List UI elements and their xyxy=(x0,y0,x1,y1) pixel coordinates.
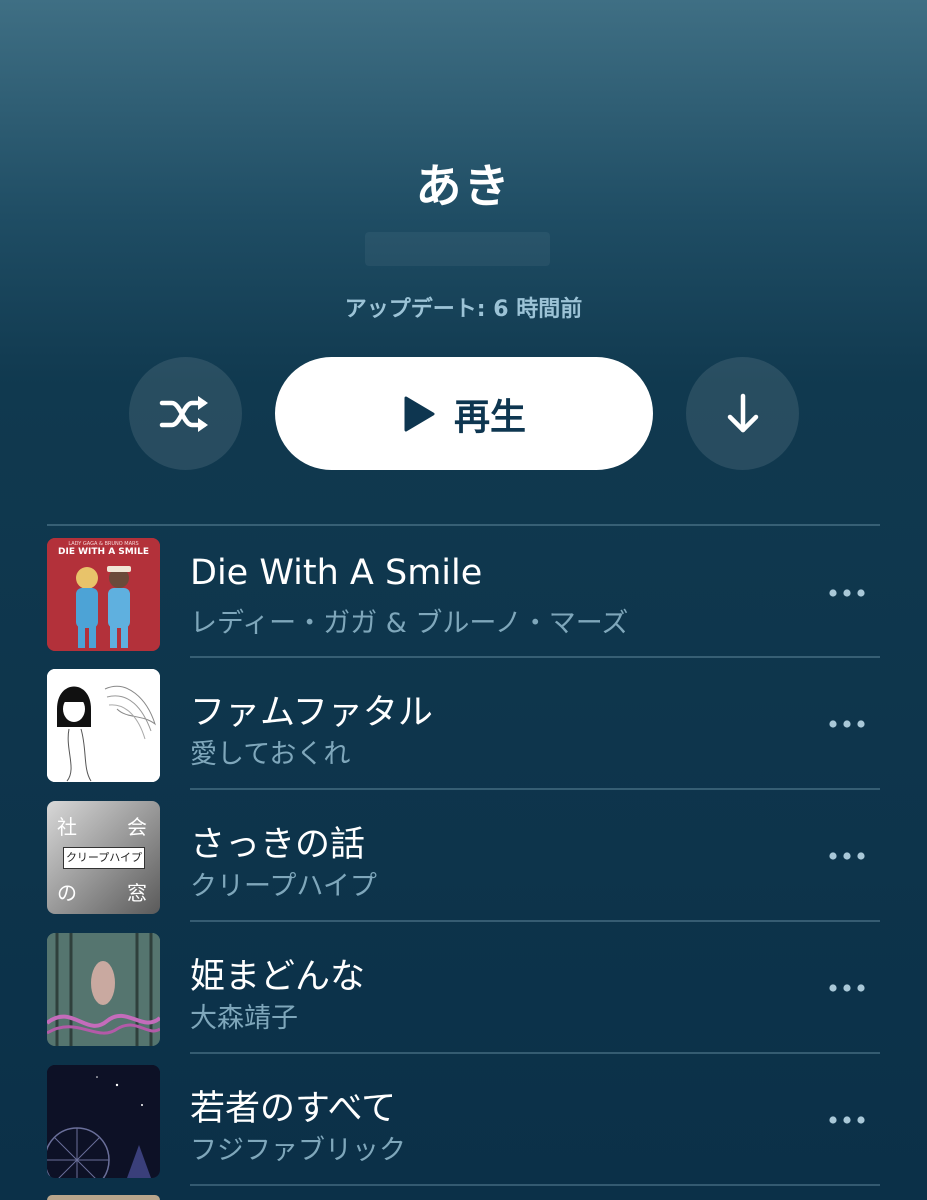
album-art-forest xyxy=(47,933,160,1046)
album-art-partial xyxy=(47,1195,160,1200)
more-options-button[interactable] xyxy=(822,973,872,1003)
ellipsis-icon xyxy=(829,589,865,597)
track-row[interactable]: 姫まどんな 大森靖子 xyxy=(0,921,927,1053)
album-art xyxy=(47,933,160,1046)
track-artist: クリープハイプ xyxy=(190,871,377,902)
track-artist: フジファブリック xyxy=(190,1135,406,1166)
ellipsis-icon xyxy=(829,852,865,860)
track-title: 若者のすべて xyxy=(190,1089,397,1129)
ellipsis-icon xyxy=(829,720,865,728)
track-title: Die With A Smile xyxy=(190,553,483,593)
play-icon xyxy=(404,396,435,431)
album-art-char: の xyxy=(57,881,77,905)
ellipsis-icon xyxy=(829,984,865,992)
track-title: さっきの話 xyxy=(190,825,366,865)
track-title: ファムファタル xyxy=(190,693,433,733)
play-button[interactable]: 再生 xyxy=(275,357,653,470)
playlist-title: あき xyxy=(415,159,512,213)
album-art-text: DIE WITH A SMILE xyxy=(58,547,149,557)
album-art-char: 会 xyxy=(127,815,147,839)
updated-label: アップデート: 6 時間前 xyxy=(344,297,583,322)
track-title: 姫まどんな xyxy=(190,957,366,997)
track-row[interactable]: ファムファタル 愛しておくれ xyxy=(0,657,927,789)
shuffle-icon xyxy=(159,395,208,432)
more-options-button[interactable] xyxy=(822,578,872,608)
album-art xyxy=(47,1065,160,1178)
download-arrow-icon xyxy=(727,393,758,432)
album-art-illustration xyxy=(47,669,160,782)
track-row[interactable]: LADY GAGA & BRUNO MARS DIE WITH A SMILE … xyxy=(0,526,927,658)
more-options-button[interactable] xyxy=(822,841,872,871)
album-art: 社 会 クリープハイプ の 窓 xyxy=(47,801,160,914)
play-label: 再生 xyxy=(453,396,526,438)
album-art-char: 窓 xyxy=(127,881,147,905)
track-row[interactable]: 若者のすべて フジファブリック xyxy=(0,1053,927,1185)
download-button[interactable] xyxy=(686,357,799,470)
shuffle-button[interactable] xyxy=(129,357,242,470)
album-art-ferris-wheel xyxy=(47,1065,160,1178)
row-divider xyxy=(190,1184,880,1186)
track-row[interactable]: 社 会 クリープハイプ の 窓 さっきの話 クリープハイプ xyxy=(0,789,927,921)
playlist-description-blurred xyxy=(365,232,550,266)
track-artist: 愛しておくれ xyxy=(190,739,351,770)
album-art-char: 社 xyxy=(57,815,77,839)
album-art: LADY GAGA & BRUNO MARS DIE WITH A SMILE xyxy=(47,538,160,651)
more-options-button[interactable] xyxy=(822,709,872,739)
track-artist: レディー・ガガ & ブルーノ・マーズ xyxy=(190,608,629,639)
ellipsis-icon xyxy=(829,1116,865,1124)
album-art-band: クリープハイプ xyxy=(63,847,145,869)
album-art xyxy=(47,669,160,782)
more-options-button[interactable] xyxy=(822,1105,872,1135)
track-artist: 大森靖子 xyxy=(190,1003,298,1034)
